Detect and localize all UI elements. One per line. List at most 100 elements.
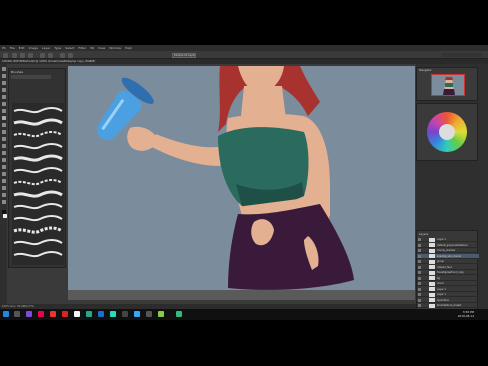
layer-name: group: [437, 260, 444, 263]
app-icon[interactable]: [110, 311, 116, 317]
app-icon[interactable]: [26, 311, 32, 317]
app-icon[interactable]: [98, 311, 104, 317]
brush-preset-stroke[interactable]: [13, 131, 63, 138]
brush-strokes-preview: [13, 107, 63, 258]
sample-layers-select[interactable]: Sample All Layers: [172, 52, 196, 58]
path-select-tool-icon[interactable]: [1, 179, 6, 183]
visibility-eye-icon[interactable]: [418, 254, 421, 258]
artwork-canvas[interactable]: [68, 66, 415, 290]
brush-preset-stroke[interactable]: [13, 251, 63, 258]
app-icon[interactable]: [50, 311, 56, 317]
history-brush-tool-icon[interactable]: [1, 130, 6, 134]
layer-row[interactable]: forest/grassfront_copy: [417, 270, 479, 275]
layer-row[interactable]: group: [417, 259, 479, 264]
document-tab[interactable]: CHARLI WIP REDACLAN @ 100% (brush/chesth…: [0, 59, 200, 64]
layer-row[interactable]: layer/face: [417, 298, 479, 303]
option-button[interactable]: [60, 52, 65, 58]
brush-preset-stroke[interactable]: [13, 179, 63, 186]
app-icon[interactable]: [146, 311, 152, 317]
visibility-eye-icon[interactable]: [418, 260, 421, 263]
brush-preset-stroke[interactable]: [13, 107, 63, 114]
layer-row[interactable]: brushtexture_lineart: [417, 303, 479, 308]
brush-tool-icon[interactable]: [1, 116, 6, 120]
marquee-tool-icon[interactable]: [1, 74, 6, 78]
layer-row[interactable]: clipped_face: [417, 265, 479, 270]
lasso-tool-icon[interactable]: [1, 81, 6, 85]
option-button[interactable]: [68, 52, 73, 58]
visibility-eye-icon[interactable]: [418, 265, 421, 269]
app-icon[interactable]: [38, 311, 44, 317]
layer-row[interactable]: default_greyscale/texture: [417, 243, 479, 248]
start-icon[interactable]: [3, 311, 9, 317]
tool-preset-button[interactable]: [3, 52, 8, 58]
blur-tool-icon[interactable]: [1, 151, 6, 155]
brush-preset-list[interactable]: [12, 103, 64, 265]
hand-tool-icon[interactable]: [1, 193, 6, 197]
app-icon[interactable]: [86, 311, 92, 317]
visibility-eye-icon[interactable]: [418, 293, 421, 296]
workspace-switcher[interactable]: [442, 53, 482, 57]
app-icon[interactable]: [158, 311, 164, 317]
visibility-eye-icon[interactable]: [418, 271, 421, 274]
brush-preset-stroke[interactable]: [13, 190, 63, 198]
app-icon[interactable]: [176, 311, 182, 317]
dodge-tool-icon[interactable]: [1, 158, 6, 162]
brush-size-slider[interactable]: [11, 75, 51, 79]
brush-preset-stroke[interactable]: [13, 143, 63, 150]
layer-row[interactable]: shading_skin_hands: [417, 253, 479, 259]
option-button[interactable]: [12, 52, 17, 58]
visibility-eye-icon[interactable]: [418, 298, 421, 302]
eyedropper-tool-icon[interactable]: [1, 102, 6, 106]
brush-preset-stroke[interactable]: [13, 118, 63, 126]
clone-tool-icon[interactable]: [1, 123, 6, 127]
eraser-tool-icon[interactable]: [1, 137, 6, 141]
shape-tool-icon[interactable]: [1, 186, 6, 190]
visibility-eye-icon[interactable]: [418, 243, 421, 247]
photoshop-taskbar-icon[interactable]: [134, 311, 140, 317]
visibility-eye-icon[interactable]: [418, 282, 421, 285]
brush-preset-stroke[interactable]: [13, 203, 63, 210]
crop-tool-icon[interactable]: [1, 95, 6, 99]
healing-tool-icon[interactable]: [1, 109, 6, 113]
app-icon[interactable]: [74, 311, 80, 317]
pen-tool-icon[interactable]: [1, 165, 6, 169]
move-tool-icon[interactable]: [1, 67, 6, 71]
app-icon[interactable]: [62, 311, 68, 317]
layer-row[interactable]: Layer 1: [417, 287, 479, 292]
background-color-swatch[interactable]: [3, 214, 7, 218]
layer-row[interactable]: cloud: [417, 281, 479, 286]
visibility-eye-icon[interactable]: [418, 276, 421, 280]
taskbar-clock[interactable]: 3:58 PM 2018-08-14: [458, 310, 474, 318]
layer-row[interactable]: Layer 1: [417, 292, 479, 297]
layer-row[interactable]: bg: [417, 276, 479, 281]
visibility-eye-icon[interactable]: [418, 287, 421, 291]
canvas-scroll-area[interactable]: [68, 290, 415, 300]
layer-thumbnail: [429, 248, 435, 253]
app-icon[interactable]: [122, 311, 128, 317]
option-button[interactable]: [28, 52, 33, 58]
brush-preset-stroke[interactable]: [13, 226, 63, 234]
visibility-eye-icon[interactable]: [418, 238, 421, 241]
visibility-eye-icon[interactable]: [418, 249, 421, 252]
option-button[interactable]: [40, 52, 45, 58]
clock-date: 2018-08-14: [457, 314, 474, 318]
search-icon[interactable]: [14, 311, 20, 317]
brush-preset-stroke[interactable]: [13, 167, 63, 174]
quick-select-tool-icon[interactable]: [1, 88, 6, 92]
brush-preset-stroke[interactable]: [13, 215, 63, 222]
layer-name: layer/face: [437, 298, 449, 302]
visibility-eye-icon[interactable]: [418, 304, 421, 307]
color-wheel[interactable]: [427, 112, 467, 152]
layer-row[interactable]: Layer 1: [417, 237, 479, 242]
layer-name: cloudy_shadow: [437, 249, 456, 252]
layer-thumbnail: [429, 259, 435, 264]
brush-preset-stroke[interactable]: [13, 154, 63, 162]
type-tool-icon[interactable]: [1, 172, 6, 176]
layer-row[interactable]: cloudy_shadow: [417, 248, 479, 253]
option-button[interactable]: [20, 52, 25, 58]
brush-preset-stroke[interactable]: [13, 239, 63, 246]
zoom-tool-icon[interactable]: [1, 200, 6, 204]
gradient-tool-icon[interactable]: [1, 144, 6, 148]
navigator-preview[interactable]: [431, 74, 465, 96]
option-button[interactable]: [48, 52, 53, 58]
